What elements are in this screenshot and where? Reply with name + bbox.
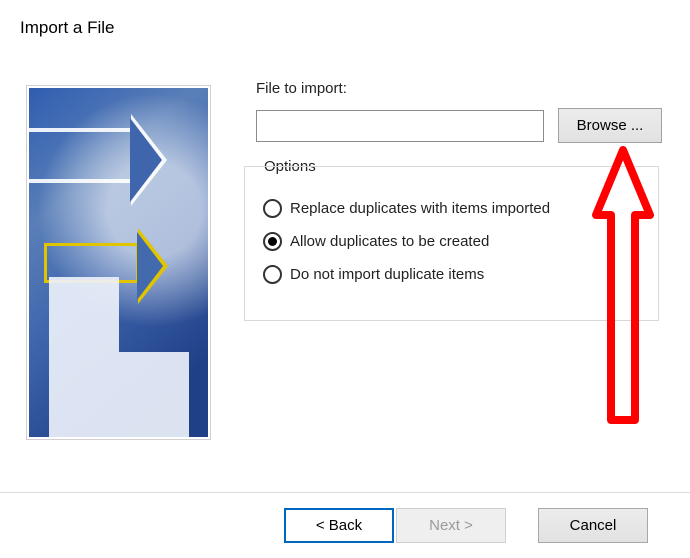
options-group: Replace duplicates with items imported A… (244, 166, 659, 321)
back-button[interactable]: < Back (284, 508, 394, 543)
radio-label: Do not import duplicate items (290, 266, 484, 283)
radio-icon (263, 232, 282, 251)
radio-allow-duplicates[interactable]: Allow duplicates to be created (263, 232, 642, 251)
browse-button[interactable]: Browse ... (558, 108, 662, 143)
radio-label: Allow duplicates to be created (290, 233, 489, 250)
next-button: Next > (396, 508, 506, 543)
radio-label: Replace duplicates with items imported (290, 200, 550, 217)
cancel-button[interactable]: Cancel (538, 508, 648, 543)
footer-separator (0, 492, 690, 493)
wizard-graphic (26, 85, 211, 440)
radio-icon (263, 265, 282, 284)
file-import-input[interactable] (256, 110, 544, 142)
radio-replace-duplicates[interactable]: Replace duplicates with items imported (263, 199, 642, 218)
radio-no-duplicate-import[interactable]: Do not import duplicate items (263, 265, 642, 284)
file-import-label: File to import: (256, 80, 347, 97)
radio-icon (263, 199, 282, 218)
dialog-title: Import a File (20, 18, 114, 38)
